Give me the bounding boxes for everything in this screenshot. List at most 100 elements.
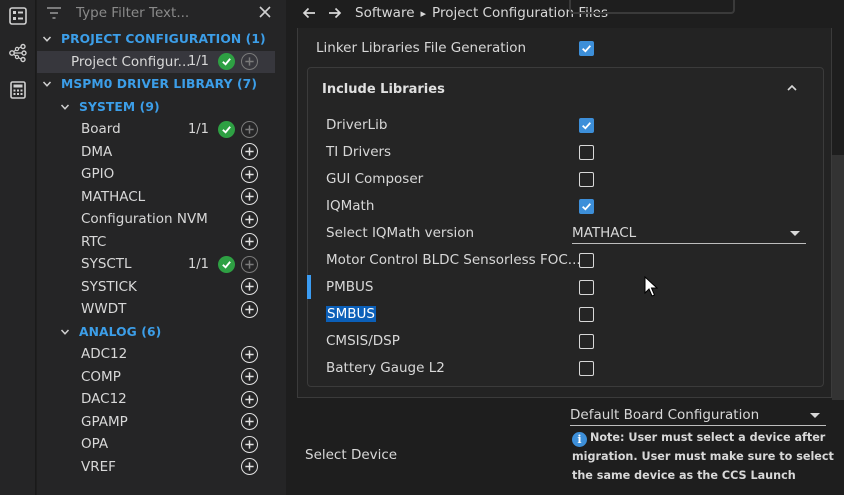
main-scrollbar[interactable] <box>832 155 844 400</box>
library-checkbox-cmsis-dsp[interactable] <box>579 334 594 349</box>
add-icon[interactable] <box>241 368 258 386</box>
add-icon[interactable] <box>241 188 258 206</box>
instance-count: 1/1 <box>188 256 209 272</box>
tree-item-board[interactable]: Board 1/1 <box>37 118 275 141</box>
library-checkbox-gui-composer[interactable] <box>579 172 594 187</box>
tree-item-rtc[interactable]: RTC <box>37 231 275 254</box>
back-arrow-icon[interactable] <box>299 3 319 23</box>
tree-item-systick[interactable]: SYSTICK <box>37 276 275 299</box>
filter-icon <box>47 7 61 19</box>
tree-category[interactable]: SYSTEM (9) <box>37 96 275 119</box>
tree-item-label: SYSCTL <box>81 256 132 273</box>
chevron-down-icon[interactable] <box>59 326 71 338</box>
add-icon[interactable] <box>241 413 258 431</box>
library-checkbox-iqmath[interactable] <box>579 199 594 214</box>
tree-item-project-configur[interactable]: Project Configur... 1/1 <box>37 50 275 73</box>
add-icon[interactable] <box>241 278 258 296</box>
list-panel-icon[interactable] <box>4 2 32 30</box>
check-circle-icon <box>218 255 235 273</box>
tree-item-label: VREF <box>81 458 116 475</box>
tree-item-label: COMP <box>81 368 121 385</box>
tree-item-dac12[interactable]: DAC12 <box>37 388 275 411</box>
tree-item-gpamp[interactable]: GPAMP <box>37 411 275 434</box>
library-checkbox-motor-control-bldc-sensorless-foc[interactable] <box>579 253 594 268</box>
chevron-down-icon[interactable] <box>59 101 71 113</box>
main-panel: Software ▸ Project Configuration Files L… <box>287 0 844 495</box>
add-icon[interactable] <box>241 120 258 138</box>
add-icon[interactable] <box>241 458 258 476</box>
hierarchy-icon[interactable] <box>4 39 32 67</box>
linker-libraries-checkbox[interactable] <box>579 41 594 56</box>
focus-indicator <box>307 275 311 299</box>
filter-bar <box>37 0 286 26</box>
library-checkbox-smbus[interactable] <box>579 307 594 322</box>
filter-input[interactable] <box>76 5 246 21</box>
tree-item-adc12[interactable]: ADC12 <box>37 343 275 366</box>
breadcrumb-software[interactable]: Software <box>355 5 415 21</box>
chevron-down-icon[interactable] <box>41 33 53 45</box>
library-checkbox-driverlib[interactable] <box>579 118 594 133</box>
tree-category-label: MSPM0 DRIVER LIBRARY (7) <box>61 77 258 92</box>
selected-text-highlight: SMBUS <box>326 306 376 322</box>
migration-note-text: Note: User must select a device after mi… <box>572 431 834 482</box>
chevron-up-icon[interactable] <box>785 81 799 95</box>
select-device-label: Select Device <box>305 447 398 463</box>
library-label-ti-drivers: TI Drivers <box>326 144 392 160</box>
tree-category[interactable]: PROJECT CONFIGURATION (1) <box>37 28 275 51</box>
iqmath-version-select[interactable]: MATHACL <box>572 224 806 244</box>
tree-item-vref[interactable]: VREF <box>37 456 275 479</box>
library-label-cmsis-dsp: CMSIS/DSP <box>326 333 400 349</box>
add-icon[interactable] <box>241 53 258 71</box>
breadcrumb-separator-icon: ▸ <box>420 6 427 20</box>
tree-item-label: Project Configur... <box>71 53 191 70</box>
tree-item-opa[interactable]: OPA <box>37 433 275 456</box>
module-tree: PROJECT CONFIGURATION (1) Project Configu… <box>37 28 275 478</box>
library-checkbox-pmbus[interactable] <box>579 280 594 295</box>
dropdown-arrow-icon <box>810 413 820 418</box>
tree-item-wwdt[interactable]: WWDT <box>37 298 275 321</box>
tree-item-label: Configuration NVM <box>81 211 208 228</box>
tree-category-label: ANALOG (6) <box>79 324 162 339</box>
library-checkbox-battery-gauge-l2[interactable] <box>579 361 594 376</box>
tree-item-dma[interactable]: DMA <box>37 141 275 164</box>
tree-item-sysctl[interactable]: SYSCTL 1/1 <box>37 253 275 276</box>
configuration-sidebar: PROJECT CONFIGURATION (1) Project Configu… <box>37 0 286 495</box>
tree-item-label: OPA <box>81 436 109 453</box>
tooltip-frame <box>569 0 735 14</box>
add-icon[interactable] <box>241 165 258 183</box>
close-icon[interactable] <box>257 4 273 20</box>
library-label-select-iqmath-version: Select IQMath version <box>326 225 475 241</box>
add-icon[interactable] <box>241 300 258 318</box>
include-libraries-title: Include Libraries <box>322 82 445 97</box>
add-icon[interactable] <box>241 143 258 161</box>
tree-item-mathacl[interactable]: MATHACL <box>37 186 275 209</box>
check-circle-icon <box>218 53 235 71</box>
add-icon[interactable] <box>241 210 258 228</box>
tree-item-label: DMA <box>81 143 113 160</box>
instance-count: 1/1 <box>188 54 209 70</box>
chevron-down-icon[interactable] <box>41 78 53 90</box>
add-icon[interactable] <box>241 345 258 363</box>
tree-item-comp[interactable]: COMP <box>37 366 275 389</box>
tree-category[interactable]: ANALOG (6) <box>37 321 275 344</box>
calculator-icon[interactable] <box>4 76 32 104</box>
add-icon[interactable] <box>241 233 258 251</box>
add-icon[interactable] <box>241 255 258 273</box>
activity-bar <box>0 0 36 495</box>
include-libraries-group: Include Libraries DriverLib TI Drivers GUI… <box>307 67 824 387</box>
forward-arrow-icon[interactable] <box>325 3 345 23</box>
settings-panel: Linker Libraries File Generation Include… <box>297 28 832 398</box>
tree-item-configuration-nvm[interactable]: Configuration NVM <box>37 208 275 231</box>
tree-category[interactable]: MSPM0 DRIVER LIBRARY (7) <box>37 73 275 96</box>
tree-item-label: RTC <box>81 233 107 250</box>
tree-item-label: MATHACL <box>81 188 146 205</box>
tree-item-gpio[interactable]: GPIO <box>37 163 275 186</box>
board-configuration-select[interactable]: Default Board Configuration <box>570 406 826 426</box>
library-label-driverlib: DriverLib <box>326 117 388 133</box>
add-icon[interactable] <box>241 390 258 408</box>
library-checkbox-ti-drivers[interactable] <box>579 145 594 160</box>
add-icon[interactable] <box>241 435 258 453</box>
library-label-pmbus: PMBUS <box>326 279 374 295</box>
dropdown-arrow-icon <box>790 231 800 236</box>
library-label-battery-gauge-l2: Battery Gauge L2 <box>326 360 445 376</box>
